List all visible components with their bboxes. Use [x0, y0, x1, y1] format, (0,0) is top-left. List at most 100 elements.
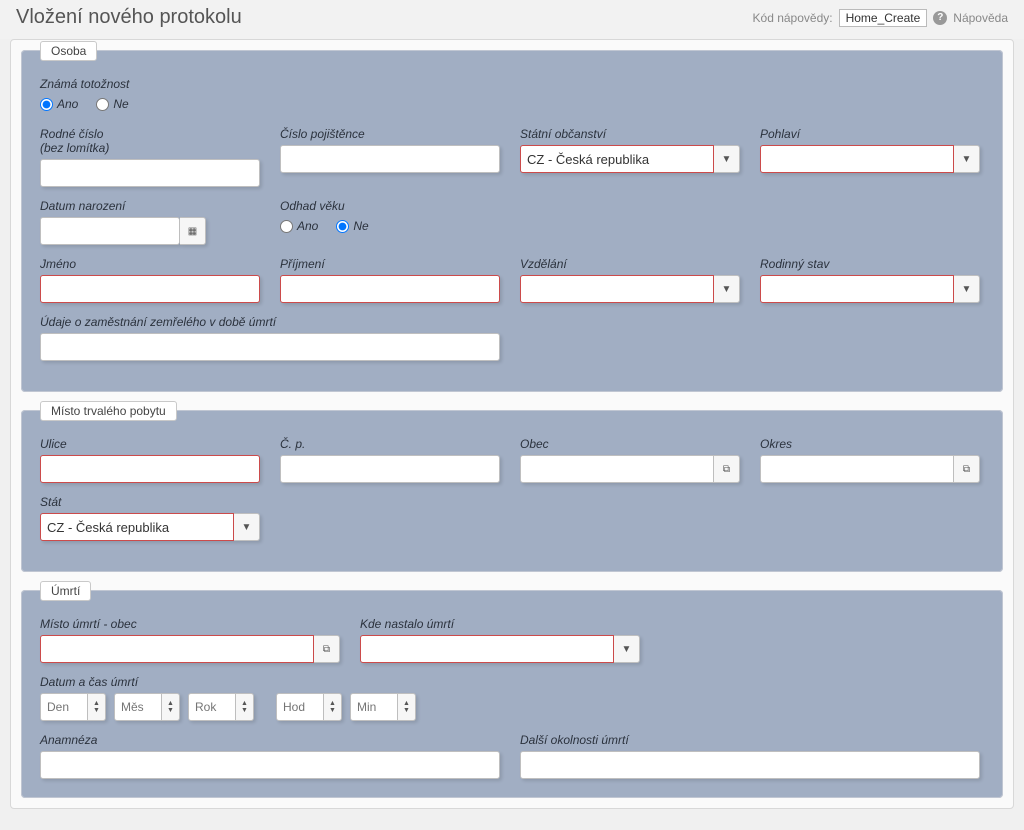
chevron-down-icon[interactable]: ▼	[234, 513, 260, 541]
spinner-buttons[interactable]: ▲▼	[162, 693, 180, 721]
min-spinner[interactable]	[350, 693, 398, 721]
jmeno-label: Jméno	[40, 257, 260, 271]
rodinny-stav-field: Rodinný stav ▼	[760, 257, 980, 303]
prijmeni-label: Příjmení	[280, 257, 500, 271]
anamneza-label: Anamnéza	[40, 733, 500, 747]
ulice-input[interactable]	[40, 455, 260, 483]
totoznost-ne-radio[interactable]	[96, 98, 109, 111]
okres-field: Okres ⧉	[760, 437, 980, 483]
rodinny-stav-select[interactable]	[760, 275, 954, 303]
znama-totoznost-group: Známá totožnost Ano Ne	[40, 77, 984, 115]
totoznost-ne[interactable]: Ne	[96, 97, 128, 111]
datum-cas-umrti-label: Datum a čas úmrtí	[40, 675, 984, 689]
calendar-icon[interactable]: ▦	[180, 217, 206, 245]
odhad-ne[interactable]: Ne	[336, 219, 368, 233]
odhad-veku-label: Odhad věku	[280, 199, 369, 213]
rodinny-stav-label: Rodinný stav	[760, 257, 980, 271]
zamestnani-field: Údaje o zaměstnání zemřelého v době úmrt…	[40, 315, 500, 361]
chevron-down-icon[interactable]: ▼	[614, 635, 640, 663]
statni-obcanstvi-label: Státní občanství	[520, 127, 740, 141]
znama-totoznost-label: Známá totožnost	[40, 77, 984, 91]
okres-input[interactable]	[760, 455, 954, 483]
vzdelani-select[interactable]	[520, 275, 714, 303]
datum-narozeni-field: Datum narození ▦	[40, 199, 210, 245]
odhad-ano-radio[interactable]	[280, 220, 293, 233]
statni-obcanstvi-select[interactable]: CZ - Česká republika	[520, 145, 714, 173]
spinner-buttons[interactable]: ▲▼	[398, 693, 416, 721]
anamneza-field: Anamnéza	[40, 733, 500, 779]
section-umrti: Úmrtí Místo úmrtí - obec ⧉ Kde nastalo ú…	[21, 590, 1003, 798]
help-icon[interactable]: ?	[933, 11, 947, 25]
chevron-down-icon[interactable]: ▼	[954, 145, 980, 173]
odhad-ne-radio[interactable]	[336, 220, 349, 233]
spinner-buttons[interactable]: ▲▼	[88, 693, 106, 721]
den-spinner[interactable]	[40, 693, 88, 721]
stat-label: Stát	[40, 495, 260, 509]
chevron-down-icon[interactable]: ▼	[714, 145, 740, 173]
obec-label: Obec	[520, 437, 740, 451]
chevron-down-icon[interactable]: ▼	[714, 275, 740, 303]
datum-narozeni-input[interactable]	[40, 217, 180, 245]
lookup-icon[interactable]: ⧉	[954, 455, 980, 483]
cp-label: Č. p.	[280, 437, 500, 451]
help-link[interactable]: Nápověda	[953, 11, 1008, 25]
rodne-cislo-label: Rodné číslo (bez lomítka)	[40, 127, 260, 155]
pohlavi-field: Pohlaví ▼	[760, 127, 980, 187]
cp-input[interactable]	[280, 455, 500, 483]
prijmeni-field: Příjmení	[280, 257, 500, 303]
stat-field: Stát CZ - Česká republika ▼	[40, 495, 260, 541]
datum-narozeni-label: Datum narození	[40, 199, 210, 213]
cislo-pojistence-label: Číslo pojištěnce	[280, 127, 500, 141]
cislo-pojistence-input[interactable]	[280, 145, 500, 173]
rodne-cislo-field: Rodné číslo (bez lomítka)	[40, 127, 260, 187]
obec-field: Obec ⧉	[520, 437, 740, 483]
misto-umrti-obec-input[interactable]	[40, 635, 314, 663]
spinner-buttons[interactable]: ▲▼	[324, 693, 342, 721]
ulice-label: Ulice	[40, 437, 260, 451]
vzdelani-label: Vzdělání	[520, 257, 740, 271]
kde-nastalo-label: Kde nastalo úmrtí	[360, 617, 640, 631]
stat-select[interactable]: CZ - Česká republika	[40, 513, 234, 541]
pohlavi-label: Pohlaví	[760, 127, 980, 141]
dalsi-okolnosti-input[interactable]	[520, 751, 980, 779]
pohlavi-select[interactable]	[760, 145, 954, 173]
totoznost-ano[interactable]: Ano	[40, 97, 78, 111]
help-area: Kód nápovědy: Home_Create ? Nápověda	[753, 9, 1008, 27]
chevron-down-icon[interactable]: ▼	[954, 275, 980, 303]
section-pobyt-legend: Místo trvalého pobytu	[40, 401, 177, 421]
mes-spinner[interactable]	[114, 693, 162, 721]
zamestnani-input[interactable]	[40, 333, 500, 361]
obec-input[interactable]	[520, 455, 714, 483]
hod-spinner[interactable]	[276, 693, 324, 721]
help-code-box: Home_Create	[839, 9, 928, 27]
page-title: Vložení nového protokolu	[16, 6, 242, 29]
prijmeni-input[interactable]	[280, 275, 500, 303]
rodne-cislo-input[interactable]	[40, 159, 260, 187]
misto-umrti-obec-label: Místo úmrtí - obec	[40, 617, 340, 631]
lookup-icon[interactable]: ⧉	[714, 455, 740, 483]
zamestnani-label: Údaje o zaměstnání zemřelého v době úmrt…	[40, 315, 500, 329]
odhad-ano[interactable]: Ano	[280, 219, 318, 233]
page-header: Vložení nového protokolu Kód nápovědy: H…	[0, 0, 1024, 39]
rok-spinner[interactable]	[188, 693, 236, 721]
misto-umrti-obec-field: Místo úmrtí - obec ⧉	[40, 617, 340, 663]
dalsi-okolnosti-label: Další okolnosti úmrtí	[520, 733, 980, 747]
help-code-label: Kód nápovědy:	[753, 11, 833, 25]
anamneza-input[interactable]	[40, 751, 500, 779]
jmeno-input[interactable]	[40, 275, 260, 303]
lookup-icon[interactable]: ⧉	[314, 635, 340, 663]
odhad-veku-group: Odhad věku Ano Ne	[280, 199, 369, 245]
statni-obcanstvi-field: Státní občanství CZ - Česká republika ▼	[520, 127, 740, 187]
okres-label: Okres	[760, 437, 980, 451]
cislo-pojistence-field: Číslo pojištěnce	[280, 127, 500, 187]
kde-nastalo-field: Kde nastalo úmrtí ▼	[360, 617, 640, 663]
dalsi-okolnosti-field: Další okolnosti úmrtí	[520, 733, 980, 779]
ulice-field: Ulice	[40, 437, 260, 483]
section-pobyt: Místo trvalého pobytu Ulice Č. p. Obec ⧉…	[21, 410, 1003, 572]
form-outer: Osoba Známá totožnost Ano Ne Rodné číslo…	[10, 39, 1014, 809]
section-umrti-legend: Úmrtí	[40, 581, 91, 601]
kde-nastalo-select[interactable]	[360, 635, 614, 663]
totoznost-ano-radio[interactable]	[40, 98, 53, 111]
spinner-buttons[interactable]: ▲▼	[236, 693, 254, 721]
datum-cas-umrti-group: Datum a čas úmrtí ▲▼ ▲▼ ▲▼ ▲▼ ▲▼	[40, 675, 984, 721]
